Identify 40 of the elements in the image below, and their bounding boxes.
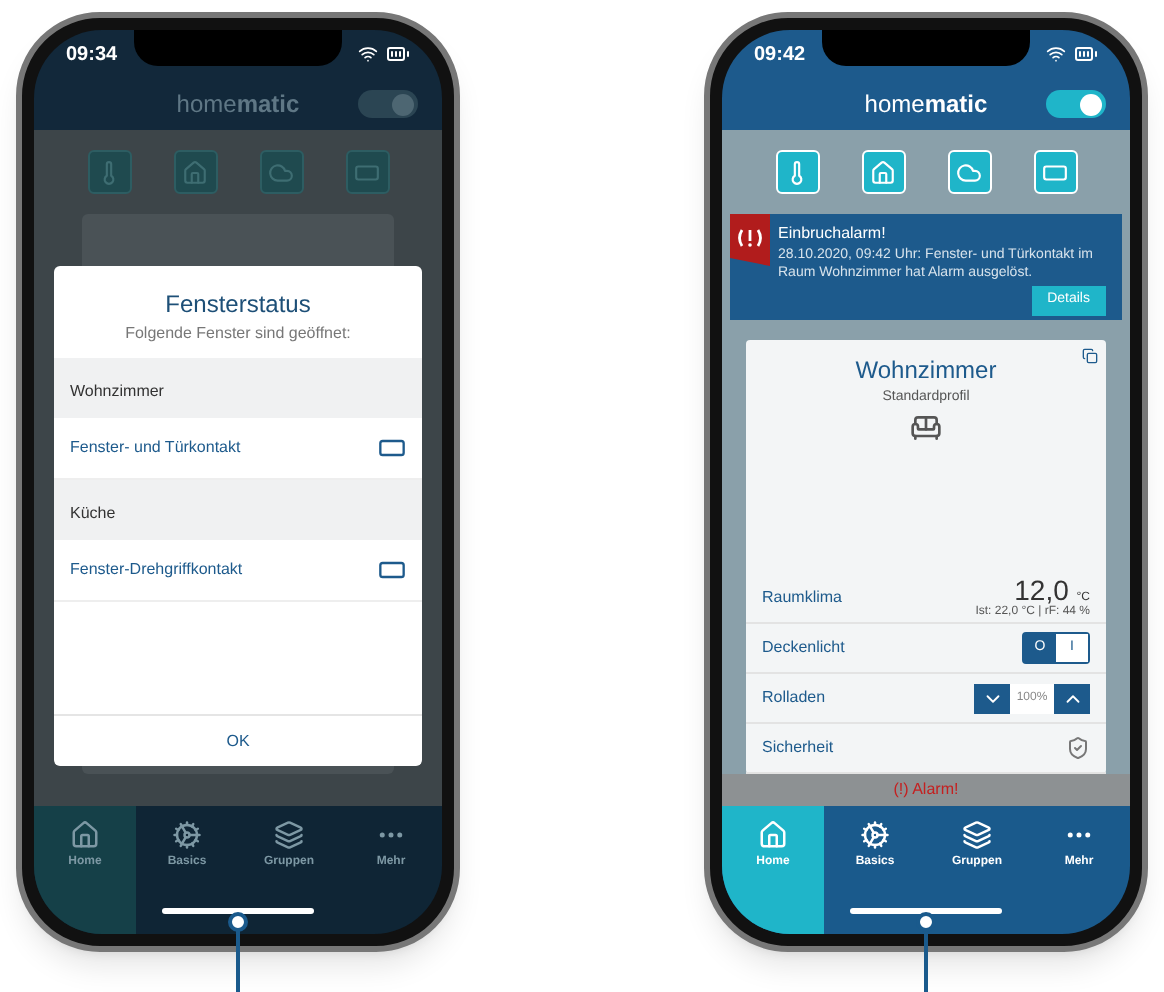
alarm-title: Einbruchalarm!: [778, 222, 888, 246]
row-label: Raumklima: [762, 586, 843, 610]
status-time: 09:34: [66, 41, 118, 69]
row-label: Sicherheit: [762, 736, 834, 760]
gear-icon: [172, 820, 202, 850]
status-time: 09:42: [754, 41, 806, 69]
thermometer-icon[interactable]: [87, 150, 131, 194]
up-button[interactable]: [1054, 683, 1090, 713]
row-label: Rolladen: [762, 686, 826, 710]
row-label: Deckenlicht: [762, 636, 845, 660]
layers-icon: [274, 820, 304, 850]
list-item[interactable]: Fenster-Drehgriffkontakt: [54, 540, 422, 602]
brand-logo: homematic: [176, 88, 300, 122]
window-icon: [378, 434, 406, 462]
window-icon[interactable]: [345, 150, 389, 194]
battery-icon: [1074, 42, 1098, 66]
window-icon: [378, 556, 406, 584]
sofa-icon: [910, 412, 942, 444]
brand-logo: homematic: [864, 88, 988, 122]
alarm-icon: [730, 214, 770, 266]
battery-icon: [386, 42, 410, 66]
copy-icon[interactable]: [1082, 347, 1098, 363]
section-header: Wohnzimmer: [70, 382, 164, 400]
house-icon: [70, 820, 100, 850]
room-name: Wohnzimmer: [855, 353, 997, 387]
view-toggle-icon[interactable]: [358, 90, 418, 118]
gear-icon: [860, 820, 890, 850]
layers-icon: [962, 820, 992, 850]
wifi-icon: [1046, 44, 1066, 64]
wifi-icon: [358, 44, 378, 64]
dialog-subtitle: Folgende Fenster sind geöffnet:: [125, 322, 351, 346]
shield-check-icon: [1066, 736, 1090, 760]
cloud-icon[interactable]: [259, 150, 303, 194]
house-icon: [758, 820, 788, 850]
view-toggle-icon[interactable]: [1046, 90, 1106, 118]
section-header: Küche: [70, 504, 116, 522]
dialog-title: Fensterstatus: [165, 288, 311, 322]
down-button[interactable]: [974, 683, 1010, 713]
house-icon[interactable]: [173, 150, 217, 194]
ok-button[interactable]: OK: [54, 714, 422, 766]
